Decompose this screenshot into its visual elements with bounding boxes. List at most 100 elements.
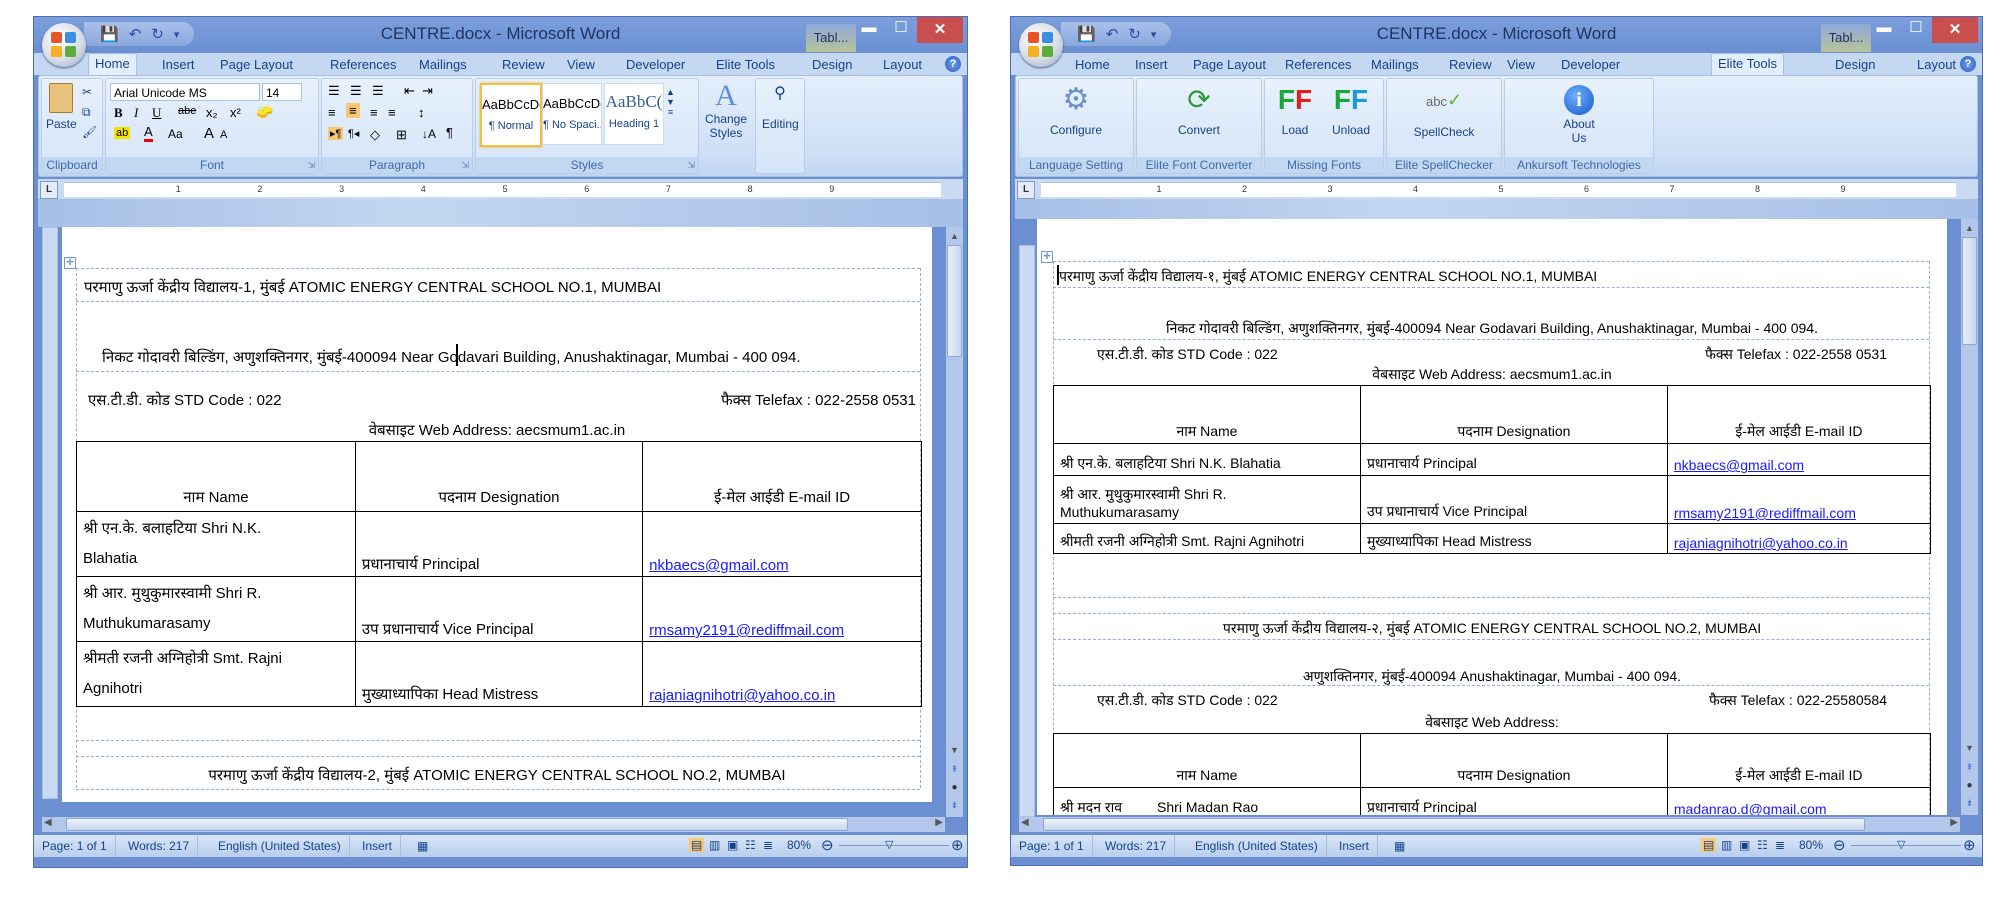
tab-design[interactable]: Design [806,55,858,75]
italic-button[interactable]: I [134,105,138,121]
horizontal-scrollbar[interactable]: ◀ ▶ [1019,817,1960,832]
undo-icon[interactable]: ↶ [1106,25,1119,43]
web-layout-icon[interactable]: ▣ [727,838,738,852]
show-hide-button[interactable]: ¶ [446,125,453,140]
scrollbar-thumb[interactable] [1962,237,1977,345]
about-us-button[interactable]: i About Us [1505,85,1653,145]
document-page[interactable]: ✛ परमाणु ऊर्जा केंद्रीय विद्यालय-१, मुंब… [1037,219,1947,815]
email-link[interactable]: rmsamy2191@rediffmail.com [1674,505,1856,521]
save-icon[interactable]: 💾 [1077,25,1096,43]
status-page[interactable]: Page: 1 of 1 [34,835,116,857]
table-tools-contextual-tab[interactable]: Tabl... [806,24,856,52]
align-right-icon[interactable]: ≡ [370,105,378,120]
bold-button[interactable]: B [114,105,123,121]
unload-button[interactable]: FF Unload [1325,83,1377,137]
scrollbar-thumb[interactable] [947,245,962,357]
tab-selector[interactable]: L [1017,181,1035,199]
horizontal-scrollbar[interactable]: ◀ ▶ [42,817,945,832]
tab-view[interactable]: View [561,55,601,75]
strikethrough-button[interactable]: abe [178,105,196,117]
tab-page-layout[interactable]: Page Layout [1187,55,1272,75]
email-link[interactable]: rmsamy2191@rediffmail.com [649,622,844,639]
maximize-button[interactable]: ☐ [1900,17,1932,41]
status-words[interactable]: Words: 217 [1097,835,1176,857]
align-left-icon[interactable]: ≡ [328,105,336,120]
tab-page-layout[interactable]: Page Layout [214,55,299,75]
convert-button[interactable]: ⟳ Convert [1137,83,1261,137]
shrink-font-button[interactable]: A [220,129,227,141]
dialog-launcher-icon[interactable]: ⇲ [687,160,695,171]
help-icon[interactable]: ? [945,56,961,72]
vertical-ruler[interactable] [42,227,58,799]
macro-record-icon[interactable]: ▦ [1386,835,1413,857]
table-move-handle-icon[interactable]: ✛ [1041,251,1053,263]
close-button[interactable]: ✕ [917,17,963,43]
borders-icon[interactable]: ⊞ [396,127,407,143]
scroll-up-icon[interactable]: ▲ [1961,223,1978,233]
minimize-button[interactable]: ▬ [853,17,885,41]
help-icon[interactable]: ? [1960,56,1976,72]
format-painter-icon[interactable]: 🖌 [82,125,97,139]
horizontal-ruler[interactable]: L 1 2 3 4 5 6 7 8 9 [1015,179,1978,199]
zoom-slider[interactable] [839,845,949,846]
load-button[interactable]: FF Load [1271,83,1319,137]
zoom-in-icon[interactable]: ⊕ [951,836,964,854]
scroll-right-icon[interactable]: ▶ [1950,817,1958,828]
next-page-icon[interactable]: ⇟ [1961,798,1978,809]
scroll-down-icon[interactable]: ▼ [946,745,963,755]
tab-elite-tools[interactable]: Elite Tools [710,55,781,75]
multilevel-list-icon[interactable]: ☰ [372,83,384,99]
email-link[interactable]: rajaniagnihotri@yahoo.co.in [649,687,835,704]
tab-review[interactable]: Review [1443,55,1498,75]
status-insert-mode[interactable]: Insert [1331,835,1379,857]
tab-elite-tools[interactable]: Elite Tools [1711,53,1785,76]
email-link[interactable]: nkbaecs@gmail.com [1674,457,1804,473]
browse-object-icon[interactable]: ● [1961,780,1978,791]
email-link[interactable]: nkbaecs@gmail.com [649,557,788,574]
font-size-combo[interactable]: 14 [262,83,302,101]
style-no-spacing[interactable]: AaBbCcDc ¶ No Spaci... [542,83,602,145]
style-heading-1[interactable]: AaBbC( Heading 1 [604,83,664,145]
scrollbar-thumb[interactable] [1043,818,1865,831]
full-screen-reading-icon[interactable]: ▥ [1721,838,1732,852]
tab-layout[interactable]: Layout [877,55,928,75]
change-case-button[interactable]: Aa [168,127,183,141]
sort-icon[interactable]: ↓A [422,127,436,141]
maximize-button[interactable]: ☐ [885,17,917,41]
draft-icon[interactable]: ≣ [1775,838,1785,852]
tab-home[interactable]: Home [88,53,137,76]
tab-view[interactable]: View [1501,55,1541,75]
change-styles-button[interactable]: A Change Styles [703,80,749,141]
rtl-icon[interactable]: ¶◂ [348,127,359,140]
outline-icon[interactable]: ☷ [1757,838,1768,852]
spellcheck-button[interactable]: abc✓ SpellCheck [1387,83,1501,139]
zoom-out-icon[interactable]: ⊖ [821,836,834,854]
scroll-left-icon[interactable]: ◀ [1021,817,1029,828]
status-language[interactable]: English (United States) [1187,835,1327,857]
status-language[interactable]: English (United States) [210,835,350,857]
styles-scroll-icon[interactable]: ▲ ▼ ≡ [666,87,675,117]
redo-icon[interactable]: ↻ [151,25,164,43]
office-button[interactable] [1019,23,1063,67]
zoom-in-icon[interactable]: ⊕ [1963,836,1976,854]
superscript-button[interactable]: x² [230,105,241,120]
grow-font-button[interactable]: A [204,125,214,142]
status-insert-mode[interactable]: Insert [354,835,402,857]
print-layout-icon[interactable]: ▤ [689,838,705,852]
scroll-right-icon[interactable]: ▶ [935,817,943,828]
scroll-up-icon[interactable]: ▲ [946,231,963,241]
zoom-slider-thumb[interactable]: ▽ [1897,838,1905,851]
tab-design[interactable]: Design [1829,55,1881,75]
dialog-launcher-icon[interactable]: ⇲ [307,160,315,171]
style-normal[interactable]: AaBbCcDc ¶ Normal [480,83,542,147]
bullets-icon[interactable]: ☰ [328,83,340,99]
numbering-icon[interactable]: ☰ [350,83,362,99]
email-link[interactable]: rajaniagnihotri@yahoo.co.in [1674,535,1848,551]
font-color-icon[interactable]: A [144,125,153,142]
email-link[interactable]: madanrao.d@gmail.com [1674,801,1827,815]
dialog-launcher-icon[interactable]: ⇲ [461,160,469,171]
tab-references[interactable]: References [1279,55,1357,75]
decrease-indent-icon[interactable]: ⇤ [404,83,415,99]
horizontal-ruler[interactable]: L 1 2 3 4 5 6 7 8 9 [38,179,963,199]
previous-page-icon[interactable]: ⇞ [1961,762,1978,773]
